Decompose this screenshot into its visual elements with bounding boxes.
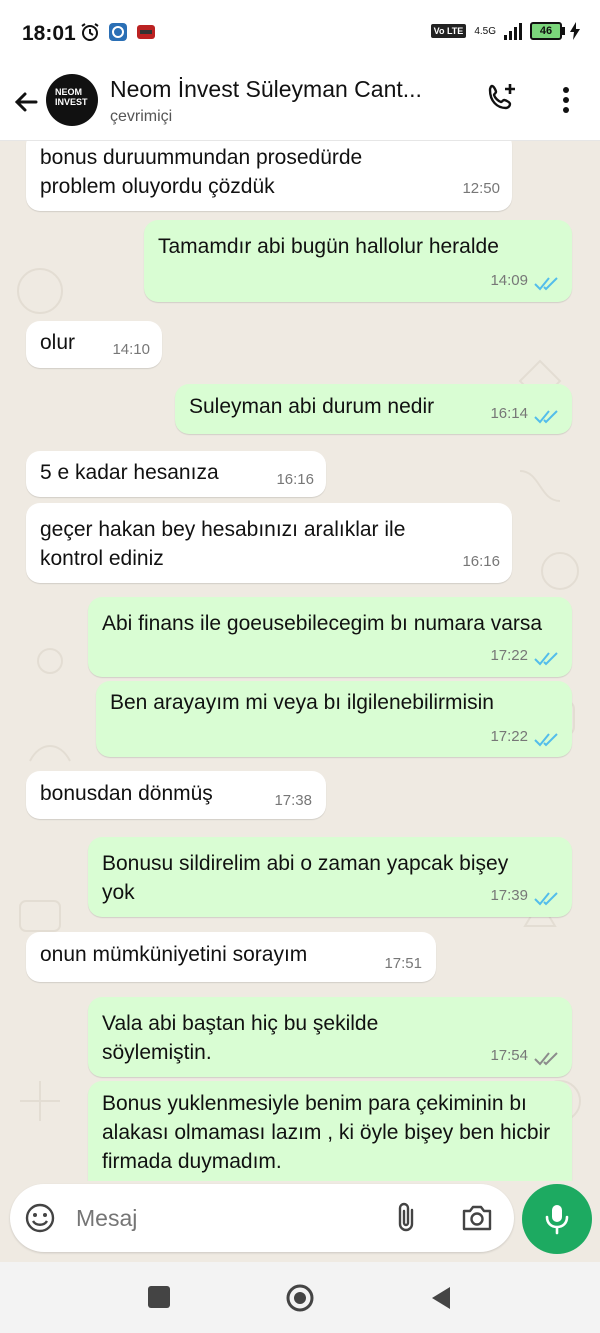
add-call-icon[interactable] (484, 80, 520, 116)
message-text: Abi finans ile goeusebilecegim bı numara… (102, 612, 543, 635)
message-bubble-incoming[interactable]: 5 e kadar hesanıza 16:16 (26, 451, 326, 497)
voice-message-button[interactable] (522, 1184, 592, 1254)
attach-icon[interactable] (390, 1200, 422, 1236)
message-bubble-outgoing[interactable]: Suleyman abi durum nedir 16:14 (175, 384, 572, 434)
delivered-ticks-icon (534, 1052, 558, 1066)
emoji-icon[interactable] (24, 1202, 56, 1234)
message-composer (10, 1184, 514, 1252)
read-ticks-icon (534, 733, 558, 747)
status-system-icons: Vo LTE 4.5G 46 (430, 22, 580, 40)
microphone-icon (545, 1205, 569, 1235)
message-bubble-outgoing[interactable]: Bonus yuklenmesiyle benim para çekiminin… (88, 1081, 572, 1181)
message-text: bonusdan dönmüş (40, 782, 213, 805)
charging-icon (570, 22, 580, 40)
message-bubble-incoming[interactable]: geçer hakan bey hesabınızı aralıklar ile… (26, 503, 512, 583)
message-bubble-incoming[interactable]: bonus duruummundan prosedürde problem ol… (26, 141, 512, 211)
message-time: 12:50 (462, 180, 500, 197)
volte-badge: Vo LTE (430, 24, 467, 38)
signal-icon (504, 22, 522, 40)
message-text: bonus duruummundan prosedürde problem ol… (40, 146, 363, 198)
system-nav-bar (0, 1262, 600, 1333)
more-options-icon[interactable] (550, 82, 582, 118)
message-time: 17:22 (490, 728, 528, 745)
message-text: Bonusu sildirelim abi o zaman yapcak biş… (102, 852, 509, 904)
status-notification-icons (80, 22, 156, 42)
message-text: Tamamdır abi bugün hallolur heralde (158, 235, 499, 258)
message-time: 17:39 (490, 887, 528, 904)
message-time: 17:54 (490, 1047, 528, 1064)
message-bubble-outgoing[interactable]: Tamamdır abi bugün hallolur heralde 14:0… (144, 220, 572, 302)
home-button[interactable] (285, 1283, 315, 1313)
message-text: onun mümküniyetini sorayım (40, 943, 308, 966)
alarm-icon (81, 23, 99, 41)
message-bubble-outgoing[interactable]: Abi finans ile goeusebilecegim bı numara… (88, 597, 572, 677)
message-time: 16:16 (276, 471, 314, 488)
avatar-logo-text: NEOM INVEST (55, 87, 88, 107)
message-time: 17:22 (490, 647, 528, 664)
network-type: 4.5G (474, 25, 496, 37)
contact-status: çevrimiçi (110, 108, 173, 125)
message-text: Ben arayayım mi veya bı ilgilenebilirmis… (110, 691, 494, 714)
recents-button[interactable] (148, 1286, 170, 1308)
message-bubble-incoming[interactable]: olur 14:10 (26, 321, 162, 368)
read-ticks-icon (534, 277, 558, 291)
back-arrow-icon[interactable] (10, 86, 42, 118)
message-bubble-outgoing[interactable]: Vala abi baştan hiç bu şekilde söylemişt… (88, 997, 572, 1077)
battery-icon: 46 (530, 22, 565, 40)
message-text: Bonus yuklenmesiyle benim para çekiminin… (102, 1092, 551, 1173)
message-time: 14:09 (490, 272, 528, 289)
message-text: Vala abi baştan hiç bu şekilde söylemişt… (102, 1012, 379, 1064)
read-ticks-icon (534, 652, 558, 666)
battery-level: 46 (539, 25, 553, 37)
chat-header: NEOM INVEST Neom İnvest Süleyman Cant...… (0, 70, 600, 141)
status-time: 18:01 (22, 22, 76, 45)
read-ticks-icon (534, 410, 558, 424)
read-ticks-icon (534, 892, 558, 906)
contact-name[interactable]: Neom İnvest Süleyman Cant... (110, 76, 460, 103)
message-bubble-outgoing[interactable]: Ben arayayım mi veya bı ilgilenebilirmis… (96, 681, 572, 757)
message-input[interactable] (74, 1204, 338, 1233)
message-time: 17:38 (274, 792, 312, 809)
message-bubble-incoming[interactable]: bonusdan dönmüş 17:38 (26, 771, 326, 819)
back-button[interactable] (428, 1284, 454, 1312)
message-text: 5 e kadar hesanıza (40, 461, 219, 484)
message-time: 16:16 (462, 553, 500, 570)
message-text: geçer hakan bey hesabınızı aralıklar ile… (40, 518, 406, 570)
camera-icon[interactable] (460, 1202, 494, 1234)
status-bar: 18:01 Vo LTE 4.5G 46 (0, 0, 600, 70)
avatar[interactable]: NEOM INVEST (46, 74, 98, 126)
message-bubble-incoming[interactable]: onun mümküniyetini sorayım 17:51 (26, 932, 436, 982)
message-time: 17:51 (384, 955, 422, 972)
message-bubble-outgoing[interactable]: Bonusu sildirelim abi o zaman yapcak biş… (88, 837, 572, 917)
message-time: 16:14 (490, 405, 528, 422)
app-notification-icon-2 (137, 25, 155, 39)
message-list[interactable]: bonus duruummundan prosedürde problem ol… (0, 141, 600, 1181)
app-notification-icon (109, 23, 127, 41)
message-time: 14:10 (112, 341, 150, 358)
